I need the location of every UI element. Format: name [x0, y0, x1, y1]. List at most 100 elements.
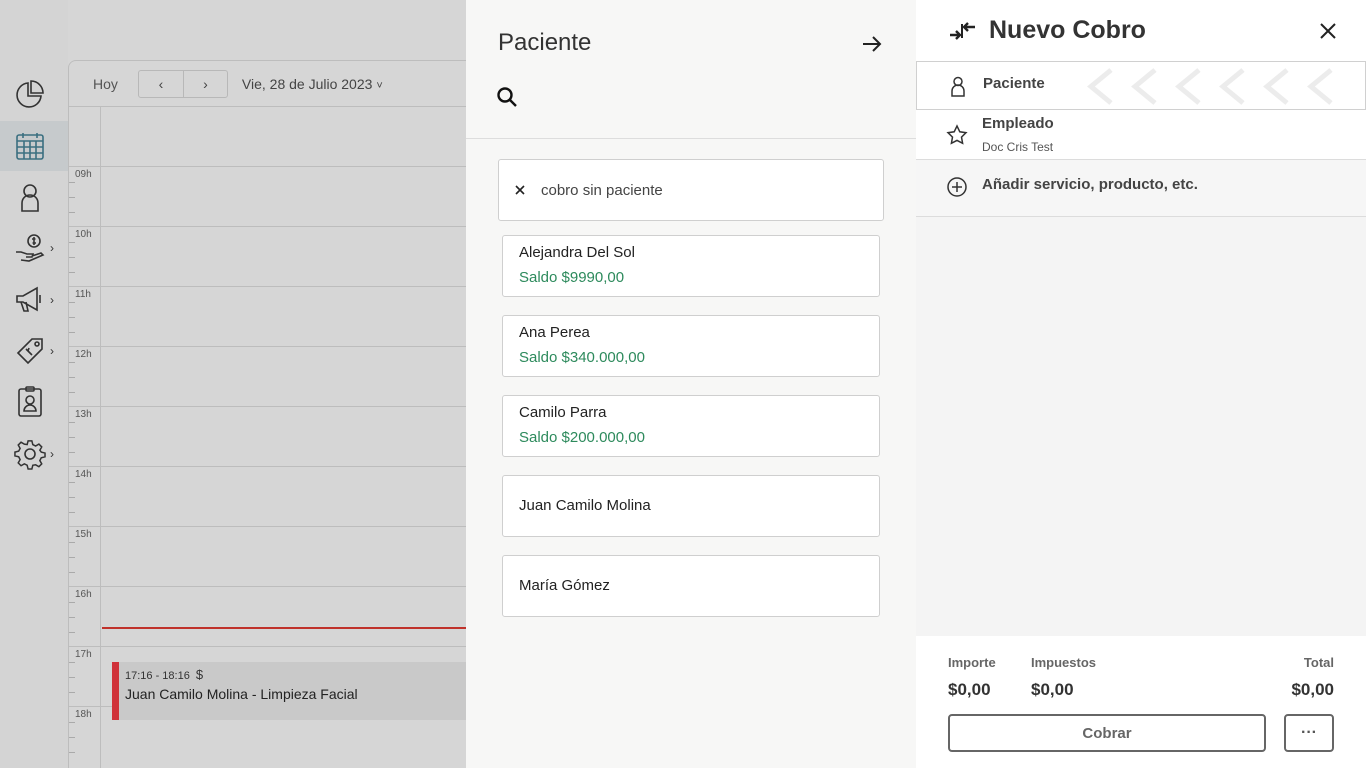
no-patient-label: cobro sin paciente	[541, 181, 663, 199]
minute-tick	[69, 572, 75, 573]
today-button[interactable]: Hoy	[93, 76, 118, 92]
pie-chart-icon	[16, 80, 44, 108]
arrow-right-icon[interactable]	[860, 32, 884, 56]
sidebar-item-patients[interactable]	[0, 172, 68, 222]
chevron-right-icon: ›	[50, 293, 54, 307]
patient-selector[interactable]: Paciente	[916, 61, 1366, 110]
hour-row[interactable]: 14h	[69, 466, 489, 526]
hour-label: 11h	[75, 289, 91, 300]
chevron-left-icon	[1253, 62, 1297, 111]
hour-label: 10h	[75, 229, 92, 240]
sidebar: › › › ›	[0, 0, 68, 768]
next-day-button[interactable]: ›	[182, 70, 227, 97]
minute-tick	[69, 422, 75, 423]
sidebar-item-employees[interactable]	[0, 377, 68, 427]
charge-button[interactable]: Cobrar	[948, 714, 1266, 752]
minute-tick	[69, 377, 75, 378]
minute-tick	[69, 617, 75, 618]
employee-value: Doc Cris Test	[982, 140, 1054, 154]
more-options-button[interactable]: ···	[1284, 714, 1334, 752]
star-icon	[946, 124, 968, 145]
sidebar-item-settings[interactable]: ›	[0, 429, 68, 479]
sidebar-item-calendar[interactable]	[0, 121, 68, 171]
minute-tick	[69, 212, 75, 213]
patient-name: Alejandra Del Sol	[519, 244, 635, 261]
minute-tick	[69, 437, 75, 438]
chevron-left-icon	[1121, 62, 1165, 111]
minute-tick	[69, 482, 75, 483]
hour-row[interactable]: 11h	[69, 286, 489, 346]
minute-tick	[69, 662, 75, 663]
patient-card[interactable]: Ana Perea Saldo $340.000,00	[502, 315, 880, 377]
minute-tick	[69, 677, 75, 678]
gear-icon	[14, 440, 46, 470]
patient-card[interactable]: María Gómez	[502, 555, 880, 617]
person-icon	[951, 76, 965, 97]
plus-circle-icon	[947, 177, 967, 197]
chevron-left-icon	[1165, 62, 1209, 111]
patient-name: Juan Camilo Molina	[519, 497, 651, 514]
money-hand-icon	[16, 234, 45, 262]
new-charge-header: Nuevo Cobro	[916, 0, 1366, 61]
minute-tick	[69, 542, 75, 543]
divider	[466, 138, 916, 139]
sidebar-item-payments[interactable]: ›	[0, 223, 68, 273]
minute-tick	[69, 557, 75, 558]
calendar: Hoy ‹ › Vie, 28 de Julio 2023 ˅ 09h 10h 11…	[68, 60, 489, 768]
hour-row[interactable]: 16h	[69, 586, 489, 646]
hour-row[interactable]: 12h	[69, 346, 489, 406]
patient-name: María Gómez	[519, 577, 610, 594]
minute-tick	[69, 182, 75, 183]
current-time-line	[102, 627, 488, 629]
patient-card[interactable]: Alejandra Del Sol Saldo $9990,00	[502, 235, 880, 297]
minute-tick	[69, 512, 75, 513]
sidebar-item-marketing[interactable]: ›	[0, 275, 68, 325]
date-label: Vie, 28 de Julio 2023	[241, 75, 373, 92]
hour-row[interactable]: 09h	[69, 166, 489, 226]
minute-tick	[69, 317, 75, 318]
hour-row[interactable]: 10h	[69, 226, 489, 286]
chevron-right-icon: ›	[50, 447, 54, 461]
close-icon[interactable]	[1319, 22, 1337, 40]
minute-tick	[69, 197, 75, 198]
search-icon[interactable]	[496, 86, 518, 108]
employee-selector[interactable]: Empleado Doc Cris Test	[916, 110, 1366, 160]
appointment-event[interactable]: 17:16 - 18:16 $ Juan Camilo Molina - Limp…	[112, 662, 472, 720]
impuestos-value: $0,00	[1031, 680, 1074, 699]
patient-card[interactable]: Juan Camilo Molina	[502, 475, 880, 537]
hour-row[interactable]: 15h	[69, 526, 489, 586]
impuestos-label: Impuestos	[1031, 655, 1097, 670]
megaphone-icon	[16, 286, 41, 312]
hour-label: 15h	[75, 529, 92, 540]
patient-panel-title: Paciente	[498, 29, 592, 56]
hour-label: 09h	[75, 169, 92, 180]
total-label: Total	[1303, 655, 1334, 670]
sidebar-item-promotions[interactable]: ›	[0, 326, 68, 376]
total-value: $0,00	[1291, 680, 1334, 699]
hour-label: 18h	[75, 709, 92, 720]
calendar-toolbar: Hoy ‹ › Vie, 28 de Julio 2023 ˅	[69, 61, 488, 107]
patient-card[interactable]: Camilo Parra Saldo $200.000,00	[502, 395, 880, 457]
date-nav: ‹ ›	[137, 69, 228, 98]
hour-label: 14h	[75, 469, 92, 480]
event-title: Juan Camilo Molina - Limpieza Facial	[125, 686, 358, 702]
patient-name: Ana Perea	[519, 324, 590, 341]
hour-label: 16h	[75, 589, 92, 600]
chevron-right-icon: ›	[50, 241, 54, 255]
patient-panel: Paciente cobro sin paciente Alejandra De…	[466, 0, 916, 768]
minute-tick	[69, 752, 75, 753]
date-picker[interactable]: Vie, 28 de Julio 2023 ˅	[242, 76, 383, 92]
prev-day-button[interactable]: ‹	[139, 71, 183, 97]
add-item-button[interactable]: Añadir servicio, producto, etc.	[916, 160, 1366, 217]
minute-tick	[69, 602, 75, 603]
person-icon	[21, 184, 39, 212]
patient-balance: Saldo $200.000,00	[519, 429, 645, 446]
minute-tick	[69, 242, 75, 243]
calendar-icon	[16, 133, 44, 160]
employee-label: Empleado	[982, 115, 1054, 132]
sidebar-item-dashboard[interactable]	[0, 69, 68, 119]
chevron-left-icon	[1077, 62, 1121, 111]
hour-row[interactable]: 13h	[69, 406, 489, 466]
patient-balance: Saldo $340.000,00	[519, 349, 645, 366]
no-patient-option[interactable]: cobro sin paciente	[498, 159, 884, 221]
